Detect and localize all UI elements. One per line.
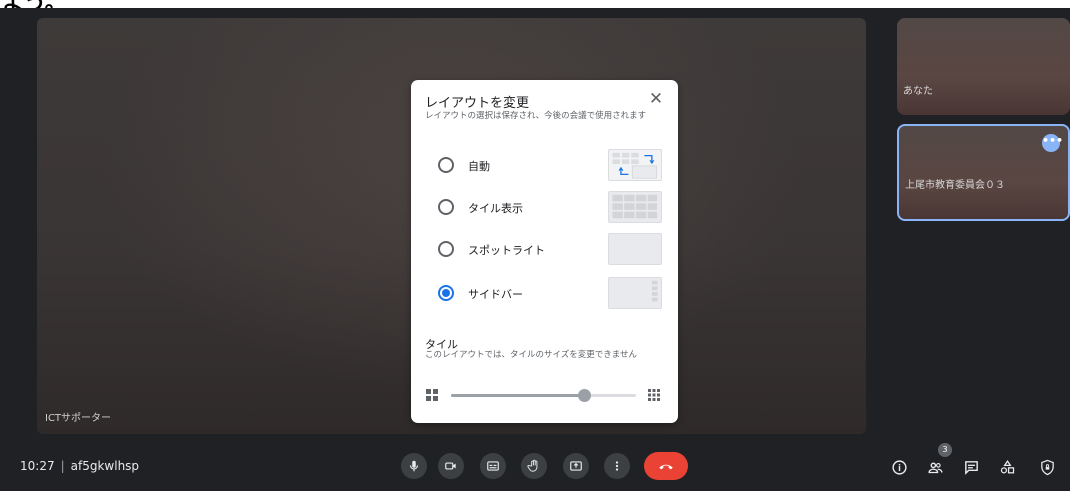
present-icon — [570, 461, 582, 471]
more-horizontal-icon[interactable]: ••• — [1042, 134, 1063, 152]
sidebar-layout-icon — [608, 277, 662, 309]
people-icon — [927, 462, 943, 473]
radio-button[interactable] — [438, 157, 454, 173]
captions-button[interactable] — [480, 453, 506, 479]
layout-option-tiled[interactable]: タイル表示 — [411, 190, 678, 224]
side-tile-name: 上尾市教育委員会０３ — [905, 180, 1005, 191]
tile-section-description: このレイアウトでは、タイルのサイズを変更できません — [425, 350, 637, 360]
chat-button[interactable] — [961, 457, 981, 477]
more-options-button[interactable] — [604, 453, 630, 479]
radio-button[interactable] — [438, 199, 454, 215]
raise-hand-icon — [527, 459, 538, 472]
meeting-info-button[interactable] — [889, 457, 909, 477]
auto-layout-icon — [608, 149, 662, 181]
meeting-info: 10:27 | af5gkwlhsp — [20, 459, 139, 473]
chat-icon — [964, 460, 978, 475]
dialog-title: レイアウトを変更 — [425, 96, 530, 111]
tiled-layout-icon — [608, 191, 662, 223]
header-fragment: よう。 — [0, 0, 1070, 8]
lock-icon — [1040, 459, 1054, 475]
mic-icon — [409, 460, 419, 472]
more-vert-icon — [615, 461, 619, 471]
activities-icon — [1000, 459, 1014, 473]
grid-large-icon — [648, 389, 660, 401]
raise-hand-button[interactable] — [521, 453, 547, 479]
meeting-code: af5gkwlhsp — [70, 459, 140, 473]
meeting-info-separator: | — [60, 459, 65, 473]
slider-track-fill — [451, 394, 584, 397]
host-controls-button[interactable] — [1037, 457, 1057, 477]
change-layout-dialog: レイアウトを変更 ✕ レイアウトの選択は保存され、今後の会議で使用されます 自動… — [411, 80, 678, 423]
layout-option-sidebar[interactable]: サイドバー — [411, 276, 678, 310]
camera-icon — [445, 462, 456, 470]
info-icon — [891, 459, 907, 475]
layout-option-label: サイドバー — [468, 288, 523, 301]
radio-button[interactable] — [438, 241, 454, 257]
bottom-bar: 10:27 | af5gkwlhsp 3 — [0, 439, 1070, 491]
dialog-description: レイアウトの選択は保存され、今後の会議で使用されます — [425, 111, 647, 121]
tile-size-slider[interactable] — [425, 385, 665, 405]
grid-small-icon — [426, 389, 438, 401]
camera-button[interactable] — [438, 453, 464, 479]
spotlight-layout-icon — [608, 233, 662, 265]
header-fragment-text: よう。 — [2, 0, 67, 8]
side-tile-participant[interactable]: ••• 上尾市教育委員会０３ — [897, 124, 1070, 221]
close-icon[interactable]: ✕ — [648, 91, 664, 108]
people-button[interactable] — [925, 457, 945, 477]
end-call-button[interactable] — [644, 452, 688, 480]
meeting-time: 10:27 — [20, 459, 55, 473]
mic-button[interactable] — [401, 453, 427, 479]
slider-thumb[interactable] — [577, 389, 591, 402]
side-tile-name: あなた — [903, 86, 933, 97]
present-button[interactable] — [563, 453, 589, 479]
main-tile-name: ICTサポーター — [45, 413, 112, 424]
layout-option-label: スポットライト — [468, 244, 545, 257]
layout-option-auto[interactable]: 自動 — [411, 148, 678, 182]
side-tile-self[interactable]: あなた — [897, 18, 1070, 115]
end-call-icon — [659, 464, 673, 470]
radio-button-selected[interactable] — [438, 285, 454, 301]
slider-track[interactable] — [451, 389, 636, 402]
layout-option-spotlight[interactable]: スポットライト — [411, 232, 678, 266]
participant-count-badge: 3 — [938, 443, 952, 457]
layout-option-label: 自動 — [468, 160, 490, 173]
captions-icon — [487, 461, 499, 471]
activities-button[interactable] — [997, 457, 1017, 477]
layout-option-label: タイル表示 — [468, 202, 523, 215]
